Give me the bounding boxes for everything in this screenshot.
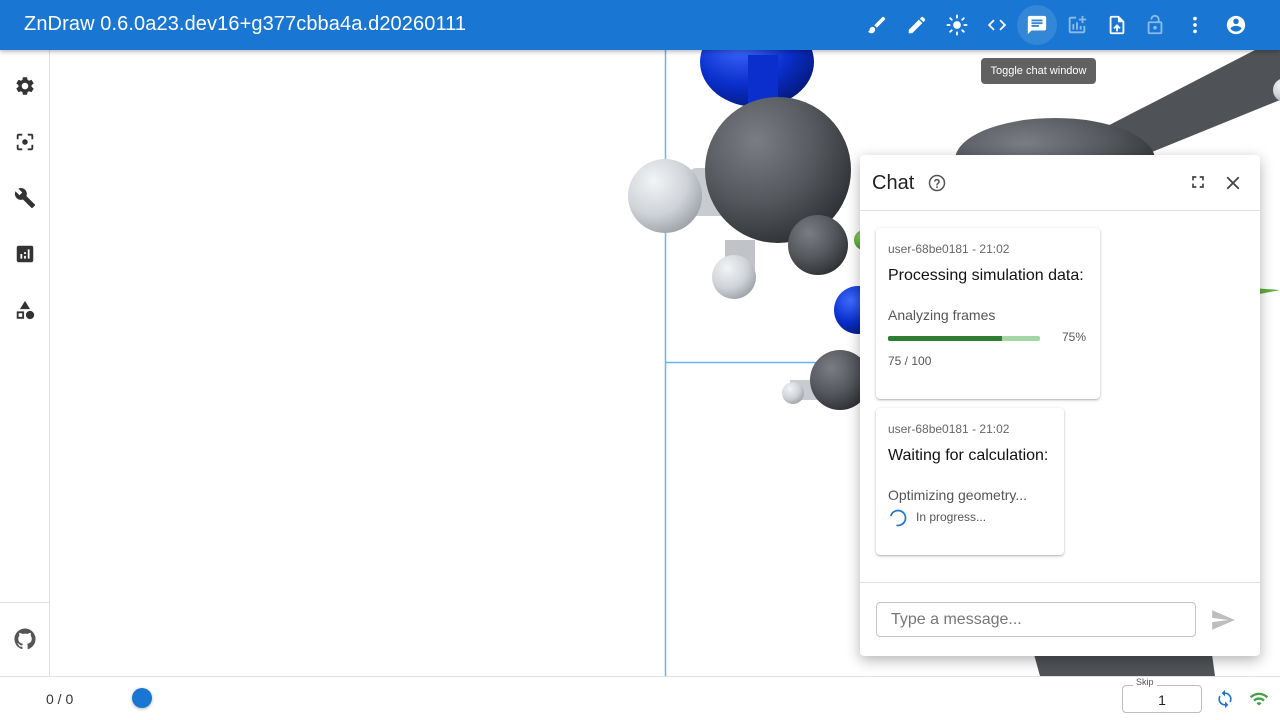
sidebar xyxy=(0,50,50,676)
playback-bar: 0 / 0 1 Skip xyxy=(0,676,1280,720)
center-focus-icon xyxy=(16,133,34,151)
chat-toggle-button[interactable] xyxy=(1017,5,1057,45)
message-subtitle: Analyzing frames xyxy=(888,307,996,323)
chat-window: Chat user-68be0181 - 21:02 Processing si… xyxy=(860,155,1260,656)
chat-tooltip: Toggle chat window xyxy=(981,58,1096,84)
close-icon[interactable] xyxy=(1222,172,1244,194)
theme-toggle-button[interactable] xyxy=(937,5,977,45)
shapes-icon xyxy=(16,300,35,320)
progress-count: 75 / 100 xyxy=(888,354,932,368)
fullscreen-icon[interactable] xyxy=(1188,172,1208,192)
pencil-icon xyxy=(908,16,926,34)
paintbrush-icon xyxy=(867,16,886,34)
tools-button[interactable] xyxy=(5,178,45,218)
more-vert-icon xyxy=(1193,16,1197,34)
chat-message-input[interactable] xyxy=(876,602,1196,637)
upload-file-icon xyxy=(1109,15,1125,35)
account-button[interactable] xyxy=(1216,5,1256,45)
upload-file-button[interactable] xyxy=(1097,5,1137,45)
app-title: ZnDraw 0.6.0a23.dev16+g377cbba4a.d202601… xyxy=(24,13,467,35)
app-bar: ZnDraw 0.6.0a23.dev16+g377cbba4a.d202601… xyxy=(0,0,1280,50)
settings-button[interactable] xyxy=(5,66,45,106)
wifi-icon xyxy=(1249,692,1269,706)
progress-fill xyxy=(888,336,1002,341)
send-icon[interactable] xyxy=(1210,607,1236,633)
center-focus-button[interactable] xyxy=(5,122,45,162)
sidebar-divider xyxy=(0,602,50,603)
github-link[interactable] xyxy=(5,619,45,659)
hydrogen-atom xyxy=(782,382,804,404)
spinner-icon xyxy=(889,509,907,527)
frame-slider-thumb[interactable] xyxy=(132,688,152,708)
paintbrush-button[interactable] xyxy=(857,5,897,45)
sync-icon[interactable] xyxy=(1215,689,1235,709)
message-meta: user-68be0181 - 21:02 xyxy=(888,242,1010,256)
message-subtitle: Optimizing geometry... xyxy=(888,487,1028,503)
lock-open-icon xyxy=(1147,14,1163,35)
chat-header: Chat xyxy=(860,155,1260,211)
carbon-atom xyxy=(788,215,848,275)
analytics-button[interactable] xyxy=(5,234,45,274)
message-title: Waiting for calculation: xyxy=(888,447,1049,464)
frame-counter: 0 / 0 xyxy=(46,691,74,707)
message-title: Processing simulation data: xyxy=(888,267,1084,284)
skip-input[interactable]: 1 xyxy=(1122,685,1202,713)
account-circle-icon xyxy=(1226,15,1246,35)
pencil-button[interactable] xyxy=(897,5,937,45)
chat-title: Chat xyxy=(872,172,915,194)
geometries-button[interactable] xyxy=(5,290,45,330)
code-icon xyxy=(987,19,1007,31)
lock-button[interactable] xyxy=(1135,5,1175,45)
chat-message-progress: user-68be0181 - 21:02 Processing simulat… xyxy=(876,228,1100,399)
message-meta: user-68be0181 - 21:02 xyxy=(888,422,1010,436)
brightness-icon xyxy=(946,14,968,36)
chat-icon xyxy=(1027,15,1047,35)
more-options-button[interactable] xyxy=(1175,5,1215,45)
gear-icon xyxy=(16,77,34,95)
add-chart-icon xyxy=(1068,15,1087,34)
wrench-icon xyxy=(14,188,36,209)
chat-divider xyxy=(860,582,1260,583)
add-chart-button[interactable] xyxy=(1057,5,1097,45)
skip-value[interactable]: 1 xyxy=(1123,692,1201,708)
hydrogen-atom xyxy=(712,255,756,299)
analytics-icon xyxy=(16,245,34,263)
status-text: In progress... xyxy=(916,510,987,524)
progress-percent: 75% xyxy=(1062,330,1087,344)
progress-bar xyxy=(888,336,1040,341)
help-icon[interactable] xyxy=(928,174,946,192)
skip-label: Skip xyxy=(1133,677,1157,687)
code-button[interactable] xyxy=(977,5,1017,45)
chat-message-waiting: user-68be0181 - 21:02 Waiting for calcul… xyxy=(876,408,1064,555)
github-icon xyxy=(14,628,36,650)
hydrogen-atom xyxy=(628,159,702,233)
